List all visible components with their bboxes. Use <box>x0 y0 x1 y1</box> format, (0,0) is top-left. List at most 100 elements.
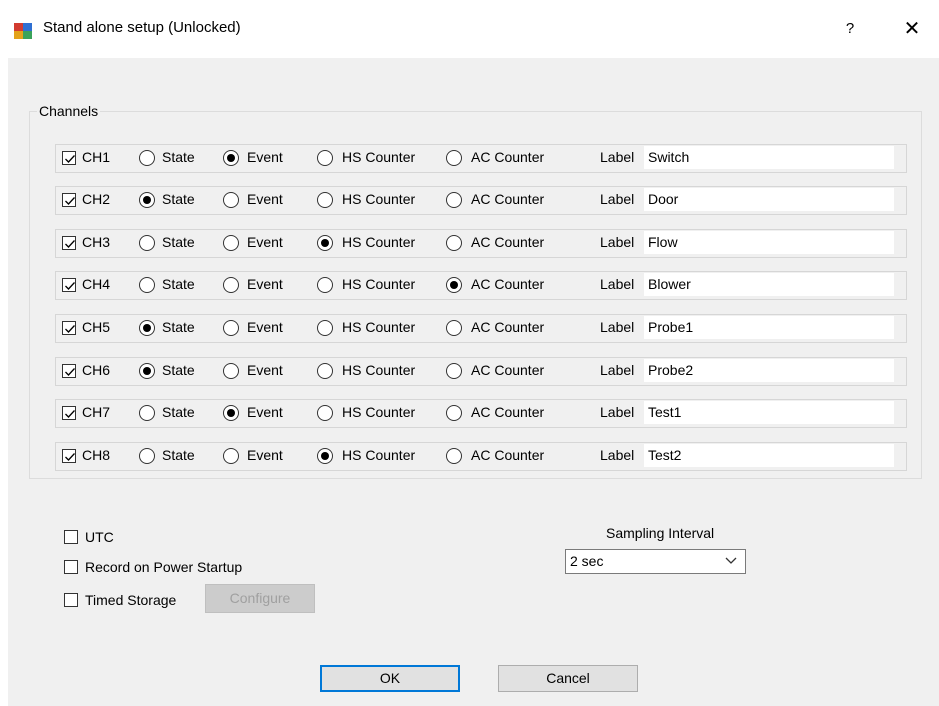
radio-hs-counter[interactable] <box>317 192 333 208</box>
channel-label-input[interactable]: Blower <box>644 273 894 296</box>
radio-ac-counter[interactable] <box>446 192 462 208</box>
label-caption: Label <box>600 191 635 207</box>
channel-name: CH6 <box>82 362 111 378</box>
radio-label-hs-counter: HS Counter <box>342 234 416 250</box>
radio-event[interactable] <box>223 192 239 208</box>
channel-name: CH2 <box>82 191 111 207</box>
channel-label-input[interactable]: Probe2 <box>644 359 894 382</box>
channel-label-input[interactable]: Test1 <box>644 401 894 424</box>
radio-label-event: Event <box>247 362 283 378</box>
radio-label-ac-counter: AC Counter <box>471 447 545 463</box>
radio-event[interactable] <box>223 277 239 293</box>
radio-state[interactable] <box>139 363 155 379</box>
radio-ac-counter[interactable] <box>446 405 462 421</box>
channel-label-input[interactable]: Flow <box>644 231 894 254</box>
label-caption: Label <box>600 447 635 463</box>
label-caption: Label <box>600 149 635 165</box>
radio-label-ac-counter: AC Counter <box>471 319 545 335</box>
radio-label-hs-counter: HS Counter <box>342 319 416 335</box>
radio-event[interactable] <box>223 363 239 379</box>
channel-enable-checkbox[interactable] <box>62 406 76 420</box>
radio-hs-counter[interactable] <box>317 150 333 166</box>
utc-checkbox[interactable] <box>64 530 78 544</box>
radio-ac-counter[interactable] <box>446 150 462 166</box>
channels-group-title: Channels <box>37 103 101 119</box>
configure-button[interactable]: Configure <box>205 584 315 613</box>
channel-enable-checkbox[interactable] <box>62 449 76 463</box>
radio-state[interactable] <box>139 277 155 293</box>
record-on-power-startup-checkbox[interactable] <box>64 560 78 574</box>
radio-hs-counter[interactable] <box>317 448 333 464</box>
channel-name: CH4 <box>82 276 111 292</box>
radio-event[interactable] <box>223 235 239 251</box>
radio-label-event: Event <box>247 447 283 463</box>
radio-label-event: Event <box>247 191 283 207</box>
radio-label-state: State <box>162 276 195 292</box>
channel-enable-checkbox[interactable] <box>62 321 76 335</box>
radio-hs-counter[interactable] <box>317 277 333 293</box>
radio-ac-counter[interactable] <box>446 363 462 379</box>
radio-event[interactable] <box>223 448 239 464</box>
radio-ac-counter[interactable] <box>446 235 462 251</box>
radio-hs-counter[interactable] <box>317 320 333 336</box>
radio-label-hs-counter: HS Counter <box>342 276 416 292</box>
radio-event[interactable] <box>223 405 239 421</box>
close-button[interactable]: ✕ <box>898 15 926 43</box>
channel-label-input[interactable]: Door <box>644 188 894 211</box>
channel-enable-checkbox[interactable] <box>62 193 76 207</box>
radio-state[interactable] <box>139 192 155 208</box>
radio-label-ac-counter: AC Counter <box>471 149 545 165</box>
radio-state[interactable] <box>139 448 155 464</box>
channel-enable-checkbox[interactable] <box>62 236 76 250</box>
channel-name: CH7 <box>82 404 111 420</box>
radio-event[interactable] <box>223 320 239 336</box>
radio-hs-counter[interactable] <box>317 235 333 251</box>
channel-row: CH4 State Event HS Counter AC Counter Label Bl… <box>55 271 907 300</box>
radio-label-hs-counter: HS Counter <box>342 149 416 165</box>
channel-label-input[interactable]: Probe1 <box>644 316 894 339</box>
radio-event[interactable] <box>223 150 239 166</box>
cancel-button[interactable]: Cancel <box>498 665 638 692</box>
radio-state[interactable] <box>139 405 155 421</box>
channel-enable-checkbox[interactable] <box>62 151 76 165</box>
radio-label-ac-counter: AC Counter <box>471 276 545 292</box>
sampling-interval-label: Sampling Interval <box>606 525 715 541</box>
radio-label-event: Event <box>247 276 283 292</box>
help-button[interactable]: ? <box>838 16 862 42</box>
label-caption: Label <box>600 234 635 250</box>
utc-label: UTC <box>85 529 114 545</box>
app-icon <box>14 20 34 40</box>
timed-storage-label: Timed Storage <box>85 592 177 608</box>
sampling-interval-dropdown[interactable]: 2 sec <box>565 549 746 574</box>
radio-ac-counter[interactable] <box>446 448 462 464</box>
channel-row: CH5 State Event HS Counter AC Counter Label Pr… <box>55 314 907 343</box>
label-caption: Label <box>600 276 635 292</box>
radio-label-hs-counter: HS Counter <box>342 447 416 463</box>
radio-state[interactable] <box>139 235 155 251</box>
radio-label-state: State <box>162 447 195 463</box>
ok-button[interactable]: OK <box>320 665 460 692</box>
channel-label-input[interactable]: Test2 <box>644 444 894 467</box>
radio-hs-counter[interactable] <box>317 405 333 421</box>
timed-storage-checkbox[interactable] <box>64 593 78 607</box>
radio-state[interactable] <box>139 320 155 336</box>
channel-label-input[interactable]: Switch <box>644 146 894 169</box>
channel-enable-checkbox[interactable] <box>62 364 76 378</box>
title-bar: Stand alone setup (Unlocked) ? ✕ <box>0 0 939 58</box>
radio-ac-counter[interactable] <box>446 277 462 293</box>
channel-enable-checkbox[interactable] <box>62 278 76 292</box>
radio-label-state: State <box>162 362 195 378</box>
record-on-power-startup-label: Record on Power Startup <box>85 559 243 575</box>
radio-label-state: State <box>162 404 195 420</box>
radio-state[interactable] <box>139 150 155 166</box>
channel-name: CH1 <box>82 149 111 165</box>
radio-label-event: Event <box>247 319 283 335</box>
radio-label-event: Event <box>247 234 283 250</box>
radio-hs-counter[interactable] <box>317 363 333 379</box>
radio-label-event: Event <box>247 404 283 420</box>
radio-label-ac-counter: AC Counter <box>471 404 545 420</box>
radio-ac-counter[interactable] <box>446 320 462 336</box>
radio-label-ac-counter: AC Counter <box>471 234 545 250</box>
channel-row: CH7 State Event HS Counter AC Counter Label Te… <box>55 399 907 428</box>
channel-name: CH5 <box>82 319 111 335</box>
